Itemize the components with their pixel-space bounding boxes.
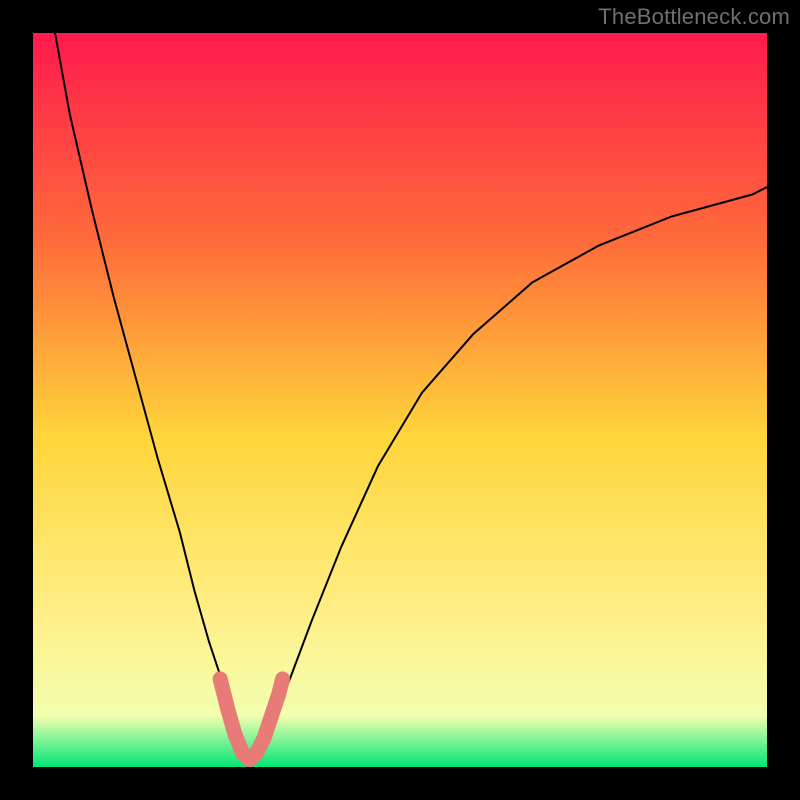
watermark-label: TheBottleneck.com [598,4,790,30]
chart-svg [33,33,767,767]
chart-background [33,33,767,767]
chart-plot-area [33,33,767,767]
chart-frame: TheBottleneck.com [0,0,800,800]
